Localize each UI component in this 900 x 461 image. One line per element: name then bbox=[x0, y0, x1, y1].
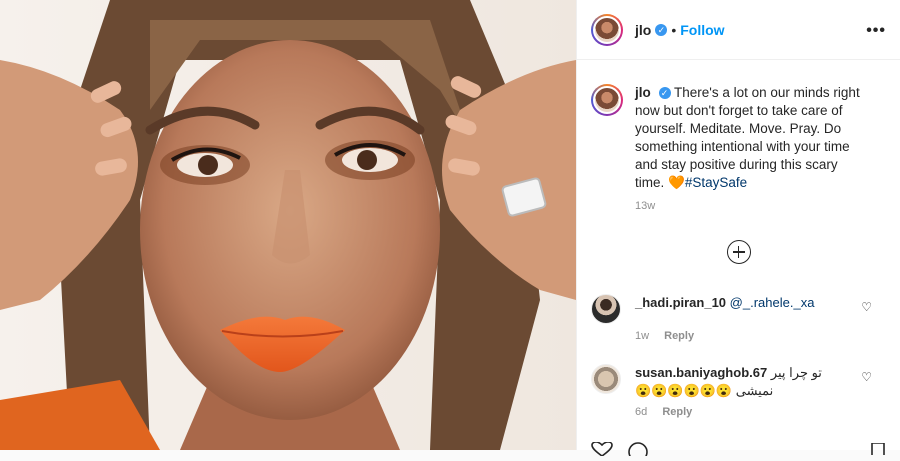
caption-text: jlo ✓ There's a lot on our minds right n… bbox=[635, 84, 867, 192]
comment-text: susan.baniyaghob.67 تو چرا پیر نمیشی 😮😮😮… bbox=[635, 364, 849, 400]
comments-area[interactable]: jlo ✓ There's a lot on our minds right n… bbox=[577, 60, 900, 418]
post-side-panel: jlo ✓ • Follow ••• jlo ✓ There's a lot o… bbox=[576, 0, 900, 461]
caption: jlo ✓ There's a lot on our minds right n… bbox=[591, 84, 886, 192]
commenter-avatar[interactable] bbox=[591, 294, 621, 324]
comment-timestamp[interactable]: 6d bbox=[635, 406, 647, 418]
comment-timestamp[interactable]: 1w bbox=[635, 330, 649, 342]
instagram-post: jlo ✓ • Follow ••• jlo ✓ There's a lot o… bbox=[0, 0, 900, 461]
action-bar bbox=[591, 441, 649, 461]
follow-button[interactable]: Follow bbox=[680, 22, 724, 38]
plus-circle-icon[interactable] bbox=[726, 240, 751, 264]
bookmark-icon[interactable] bbox=[870, 442, 886, 455]
commenter-username[interactable]: susan.baniyaghob.67 bbox=[635, 365, 767, 380]
comment-icon[interactable] bbox=[627, 442, 649, 461]
comment-text: _hadi.piran_10 @_.rahele._xa bbox=[635, 294, 849, 312]
caption-timestamp[interactable]: 13w bbox=[635, 200, 886, 212]
comment-item: susan.baniyaghob.67 تو چرا پیر نمیشی 😮😮😮… bbox=[591, 364, 886, 400]
commenter-avatar[interactable] bbox=[591, 364, 621, 394]
comment-item: _hadi.piran_10 @_.rahele._xa ♡ bbox=[591, 294, 886, 324]
post-header: jlo ✓ • Follow ••• bbox=[577, 0, 900, 60]
post-photo[interactable] bbox=[0, 0, 576, 450]
more-options-icon[interactable]: ••• bbox=[866, 22, 886, 40]
avatar[interactable] bbox=[591, 13, 623, 46]
heart-icon[interactable] bbox=[591, 441, 613, 457]
caption-avatar[interactable] bbox=[591, 84, 623, 116]
author-username[interactable]: jlo bbox=[635, 22, 651, 38]
portrait-image bbox=[0, 0, 576, 450]
commenter-username[interactable]: _hadi.piran_10 bbox=[635, 295, 726, 310]
heart-outline-icon[interactable]: ♡ bbox=[861, 370, 872, 384]
separator-dot: • bbox=[671, 21, 677, 38]
comment-mention[interactable]: @_.rahele._xa bbox=[730, 295, 815, 310]
verified-badge-icon: ✓ bbox=[655, 23, 668, 36]
verified-badge-icon: ✓ bbox=[658, 87, 671, 100]
heart-outline-icon[interactable]: ♡ bbox=[861, 300, 872, 314]
hashtag-link[interactable]: #StaySafe bbox=[685, 175, 747, 190]
caption-username[interactable]: jlo bbox=[635, 85, 651, 100]
comment-meta: 6d Reply bbox=[635, 406, 886, 418]
comment-meta: 1w Reply bbox=[635, 330, 886, 342]
heart-emoji: 🧡 bbox=[668, 175, 685, 190]
reply-button[interactable]: Reply bbox=[664, 330, 694, 342]
reply-button[interactable]: Reply bbox=[662, 406, 692, 418]
